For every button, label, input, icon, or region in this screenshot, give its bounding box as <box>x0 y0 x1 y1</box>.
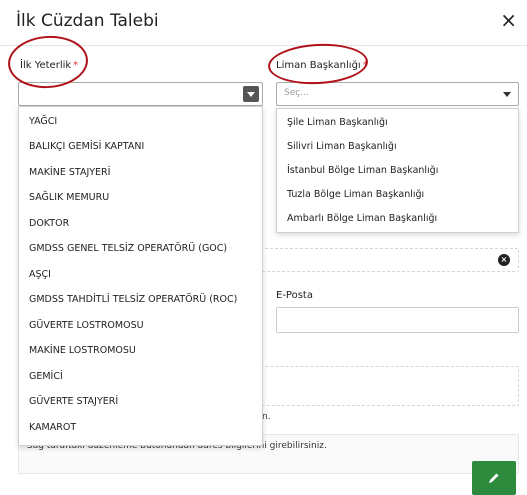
chevron-down-icon[interactable] <box>499 86 515 102</box>
edit-address-button[interactable] <box>472 461 516 495</box>
modal-header: İlk Cüzdan Talebi × <box>0 0 527 44</box>
yeterlik-option[interactable]: GMDSS TAHDİTLİ TELSİZ OPERATÖRÜ (ROC) <box>29 294 237 305</box>
yeterlik-option[interactable]: GÜVERTE STAJYERİ <box>29 396 118 407</box>
yeterlik-option[interactable]: BALIKÇI GEMİSİ KAPTANI <box>29 141 144 152</box>
liman-option[interactable]: Tuzla Bölge Liman Başkanlığı <box>287 189 424 200</box>
liman-option[interactable]: İstanbul Bölge Liman Başkanlığı <box>287 165 438 176</box>
annotation-circle-right <box>267 41 369 87</box>
liman-baskanligi-select[interactable]: Seç... <box>276 82 519 106</box>
yeterlik-option[interactable]: DOKTOR <box>29 218 69 229</box>
liman-baskanligi-dropdown: Şile Liman Başkanlığı Silivri Liman Başk… <box>276 108 519 233</box>
modal-title: İlk Cüzdan Talebi <box>16 11 159 31</box>
close-icon[interactable]: × <box>500 8 517 32</box>
yeterlik-option[interactable]: YAĞCI <box>29 116 57 127</box>
liman-option[interactable]: Ambarlı Bölge Liman Başkanlığı <box>287 213 437 224</box>
yeterlik-option[interactable]: SAĞLIK MEMURU <box>29 192 109 203</box>
yeterlik-option[interactable]: MAKİNE STAJYERİ <box>29 167 110 178</box>
liman-option[interactable]: Şile Liman Başkanlığı <box>287 117 388 128</box>
yeterlik-option[interactable]: MAKİNE LOSTROMOSU <box>29 345 136 356</box>
x-circle-icon[interactable]: × <box>498 254 510 266</box>
liman-option[interactable]: Silivri Liman Başkanlığı <box>287 141 397 152</box>
yeterlik-option[interactable]: GEMİCİ <box>29 371 63 382</box>
ilk-yeterlik-dropdown: YAĞCI BALIKÇI GEMİSİ KAPTANI MAKİNE STAJ… <box>18 106 263 446</box>
yeterlik-option[interactable]: KAMAROT <box>29 422 76 433</box>
email-field[interactable] <box>276 307 519 333</box>
background-text-fragment: n. <box>262 412 271 422</box>
yeterlik-option[interactable]: GMDSS GENEL TELSİZ OPERATÖRÜ (GOC) <box>29 243 227 254</box>
email-label: E-Posta <box>276 290 313 301</box>
yeterlik-option[interactable]: GÜVERTE LOSTROMOSU <box>29 320 144 331</box>
pencil-icon <box>489 473 499 483</box>
yeterlik-option[interactable]: AŞÇI <box>29 269 51 280</box>
liman-baskanligi-placeholder: Seç... <box>284 88 309 98</box>
chevron-down-icon[interactable] <box>243 86 259 102</box>
